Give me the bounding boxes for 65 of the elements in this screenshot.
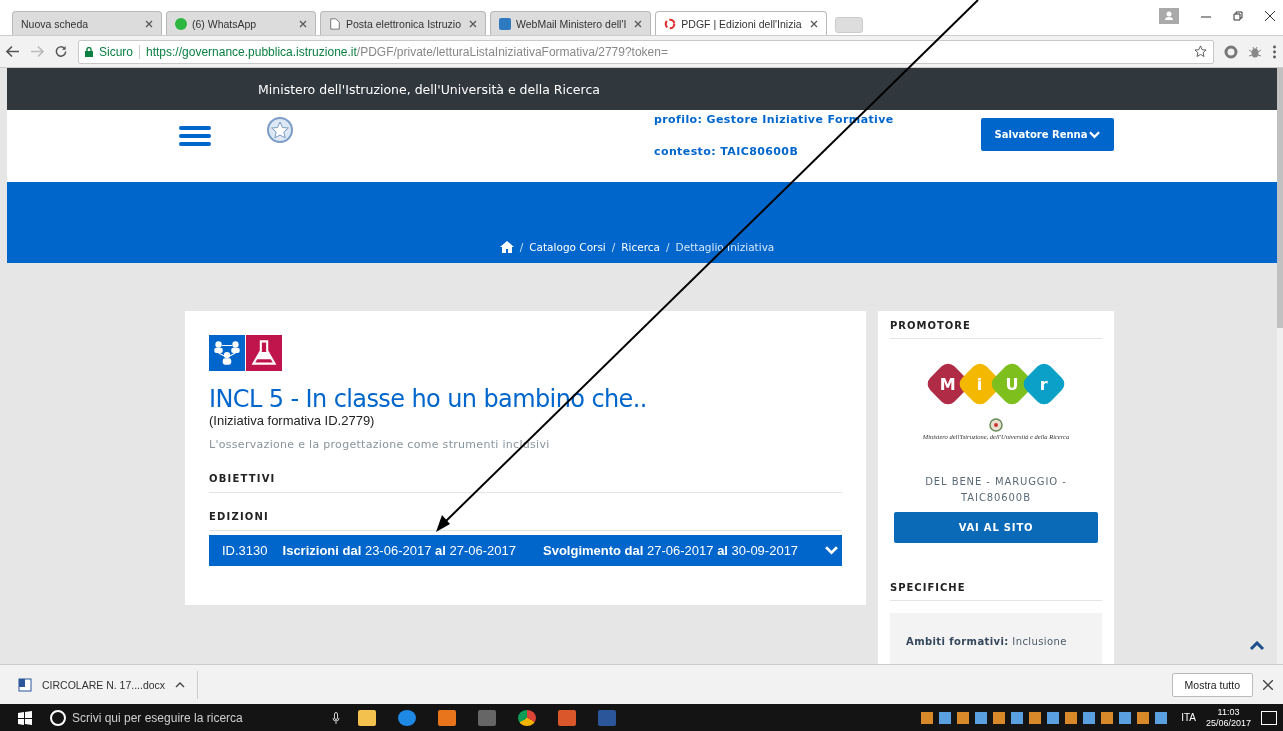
context-text: contesto: TAIC80600B	[654, 145, 800, 158]
browser-tab[interactable]: PDGF | Edizioni dell'Inizia	[655, 11, 827, 35]
close-icon[interactable]	[809, 19, 818, 28]
caret-icon[interactable]	[175, 681, 186, 688]
breadcrumb-link[interactable]: Dettaglio Iniziativa	[675, 241, 775, 253]
chevron-icon[interactable]	[825, 546, 839, 555]
bug-icon[interactable]	[1248, 44, 1262, 59]
breadcrumb-link[interactable]: Catalogo Corsi	[529, 241, 606, 253]
word-file-icon	[18, 677, 32, 692]
show-all-button[interactable]: Mostra tutto	[1171, 672, 1253, 697]
ministry-name: Ministero dell'Istruzione, dell'Università e della Ricerca	[258, 81, 600, 97]
ring-icon	[664, 17, 677, 30]
people-network-icon	[209, 335, 245, 371]
browser-tab[interactable]: Posta elettronica Istruzio	[320, 11, 486, 35]
breadcrumb-separator: /	[611, 241, 616, 253]
chat-icon	[175, 17, 187, 30]
enrolment-dates: Iscrizioni dal 23-06-2017 al 27-06-2017	[282, 543, 516, 558]
section-heading: PROMOTORE	[890, 311, 1102, 339]
lock-icon	[85, 46, 93, 57]
emblem-icon	[988, 417, 1004, 433]
close-icon[interactable]	[1263, 679, 1273, 690]
download-item[interactable]: CIRCOLARE N. 17....docx	[18, 670, 199, 699]
visit-site-button[interactable]: VAI AL SITO	[894, 512, 1098, 543]
chevron-up-icon[interactable]	[1249, 641, 1265, 651]
close-icon[interactable]	[469, 19, 477, 28]
section-heading: OBIETTIVI	[209, 473, 842, 493]
edition-row[interactable]: ID.3130 Iscrizioni dal 23-06-2017 al 27-06-2017 Svolgimento dal 27-06-2017 al 30-09-2017	[209, 535, 842, 566]
breadcrumb-link[interactable]: Ricerca	[621, 241, 661, 253]
user-menu-button[interactable]: Salvatore Renna	[981, 118, 1114, 151]
scrollbar-thumb[interactable]	[1277, 68, 1283, 328]
browser-tab[interactable]: WebMail Ministero dell'I	[490, 11, 652, 35]
menu-icon[interactable]	[1272, 44, 1277, 59]
mail-icon	[499, 17, 511, 30]
search-icon	[50, 709, 66, 726]
taskbar-search-field[interactable]: Scrivi qui per eseguire la ricerca	[70, 709, 328, 726]
address-field[interactable]: Sicuro https://governance.pubblica.istruzione.it/PDGF/private/letturaListaIniziativaFormativa/2779?token=	[78, 39, 1214, 64]
close-icon[interactable]	[299, 19, 307, 28]
browser-tab[interactable]: (6) WhatsApp	[166, 11, 316, 35]
logo: M i U r	[923, 359, 1069, 409]
spec-text: Ambiti formativi: Inclusione	[906, 636, 1067, 647]
edition-id: ID.3130	[222, 543, 268, 558]
menu-icon[interactable]	[179, 126, 211, 146]
windows-start-icon[interactable]	[18, 710, 32, 725]
star-icon[interactable]	[1194, 45, 1207, 58]
breadcrumb-separator: /	[666, 241, 670, 253]
browser-tab[interactable]: Nuova scheda	[12, 11, 162, 35]
clock[interactable]: 11:03 25/06/2017	[1205, 706, 1251, 729]
initiative-id: (Iniziativa formativa ID.2779)	[209, 413, 376, 428]
running-dates: Svolgimento dal 27-06-2017 al 30-09-2017	[543, 543, 799, 558]
flask-icon	[246, 335, 282, 371]
home-icon[interactable]	[499, 241, 514, 253]
close-icon[interactable]	[634, 19, 643, 28]
close-icon[interactable]	[145, 19, 153, 28]
document-icon	[329, 17, 341, 30]
section-heading: SPECIFICHE	[890, 573, 1102, 601]
reload-icon[interactable]	[54, 45, 68, 58]
back-icon[interactable]	[6, 45, 20, 58]
microphone-icon[interactable]	[332, 711, 340, 724]
chevron-down-icon	[1089, 130, 1101, 139]
breadcrumb-separator: /	[519, 241, 524, 253]
promoter-name: DEL BENE - MARUGGIO - TAIC80600B	[924, 475, 1068, 505]
extension-icon[interactable]	[1224, 44, 1238, 59]
close-icon[interactable]	[1265, 11, 1275, 21]
language-indicator[interactable]: ITA	[1181, 712, 1196, 723]
restore-icon[interactable]	[1233, 11, 1243, 21]
